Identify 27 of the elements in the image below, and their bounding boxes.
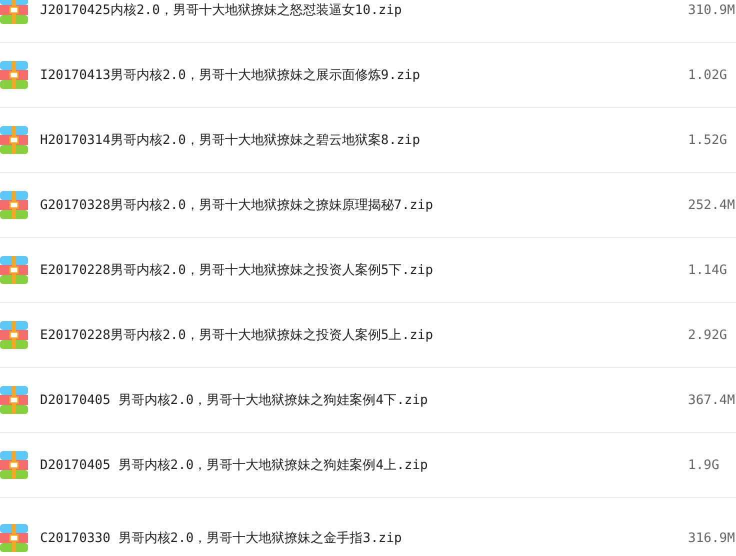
file-size: 1.52G <box>688 132 728 148</box>
file-name: G20170328男哥内核2.0，男哥十大地狱撩妹之撩妹原理揭秘7.zip <box>40 197 434 214</box>
file-size: 310.9M <box>688 2 736 18</box>
file-name: J20170425内核2.0，男哥十大地狱撩妹之怒怼装逼女10.zip <box>40 2 403 19</box>
file-size: 2.92G <box>688 328 728 342</box>
file-row[interactable]: H20170314男哥内核2.0，男哥十大地狱撩妹之碧云地狱案8.zip 1.52G <box>0 108 736 173</box>
file-size: 367.4M <box>688 392 736 408</box>
file-row[interactable]: G20170328男哥内核2.0，男哥十大地狱撩妹之撩妹原理揭秘7.zip 252.4M <box>0 173 736 238</box>
file-name: E20170228男哥内核2.0，男哥十大地狱撩妹之投资人案例5上.zip <box>40 327 434 344</box>
file-name: D20170405 男哥内核2.0，男哥十大地狱撩妹之狗娃案例4上.zip <box>40 457 429 474</box>
file-name: C20170330 男哥内核2.0，男哥十大地狱撩妹之金手指3.zip <box>40 530 403 547</box>
file-name: D20170405 男哥内核2.0，男哥十大地狱撩妹之狗娃案例4下.zip <box>40 392 429 409</box>
file-size: 1.02G <box>688 68 728 82</box>
file-row[interactable]: D20170405 男哥内核2.0，男哥十大地狱撩妹之狗娃案例4上.zip 1.9G <box>0 433 736 498</box>
file-row[interactable]: C20170330 男哥内核2.0，男哥十大地狱撩妹之金手指3.zip 316.9M <box>0 498 736 556</box>
file-size: 1.9G <box>688 458 720 472</box>
file-size: 316.9M <box>688 530 736 546</box>
file-row[interactable]: J20170425内核2.0，男哥十大地狱撩妹之怒怼装逼女10.zip 310.9M <box>0 0 736 43</box>
file-name: H20170314男哥内核2.0，男哥十大地狱撩妹之碧云地狱案8.zip <box>40 132 422 149</box>
file-name: E20170228男哥内核2.0，男哥十大地狱撩妹之投资人案例5下.zip <box>40 262 434 279</box>
file-name: I20170413男哥内核2.0，男哥十大地狱撩妹之展示面修炼9.zip <box>40 67 422 84</box>
file-size: 252.4M <box>688 198 736 212</box>
file-row[interactable]: D20170405 男哥内核2.0，男哥十大地狱撩妹之狗娃案例4下.zip 367.4M <box>0 368 736 433</box>
file-size: 1.14G <box>688 262 728 278</box>
file-row[interactable]: I20170413男哥内核2.0，男哥十大地狱撩妹之展示面修炼9.zip 1.02G <box>0 43 736 108</box>
file-row[interactable]: E20170228男哥内核2.0，男哥十大地狱撩妹之投资人案例5上.zip 2.92G <box>0 303 736 368</box>
file-row[interactable]: E20170228男哥内核2.0，男哥十大地狱撩妹之投资人案例5下.zip 1.14G <box>0 238 736 303</box>
